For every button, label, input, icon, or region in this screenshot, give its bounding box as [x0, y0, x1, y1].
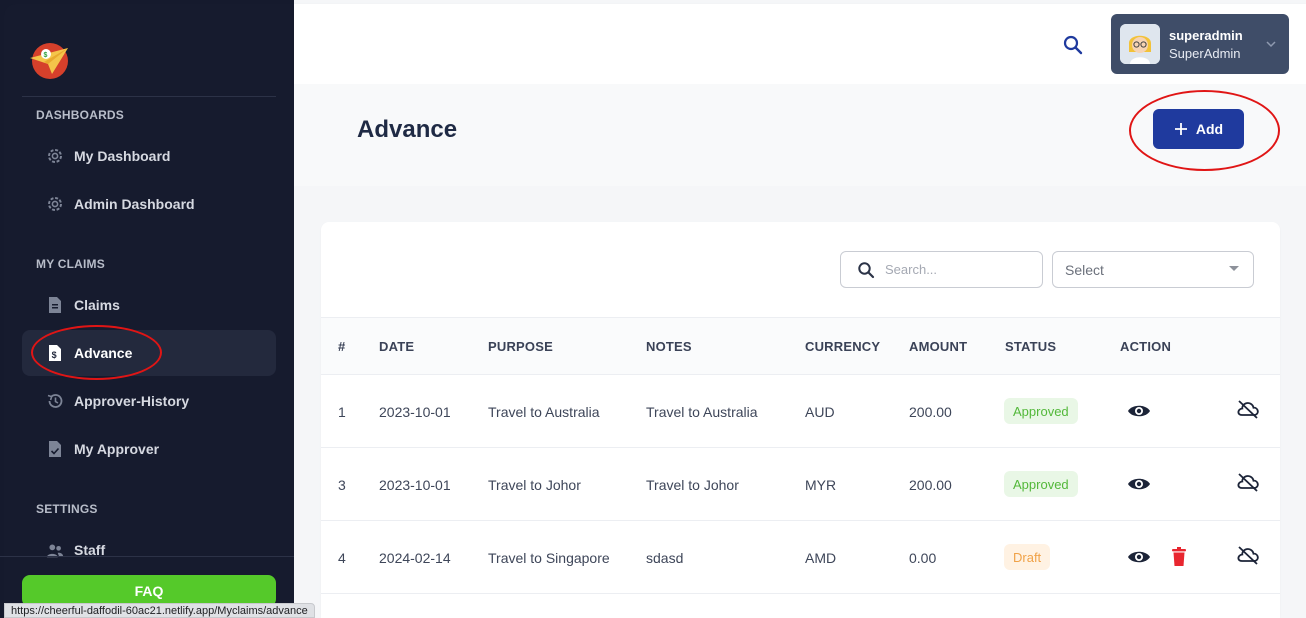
sidebar-item-admin-dashboard[interactable]: Admin Dashboard [22, 181, 276, 227]
sidebar-item-approver-history[interactable]: Approver-History [22, 378, 276, 424]
column-header-status: STATUS [1005, 339, 1057, 354]
sidebar-item-advance[interactable]: $ Advance [22, 330, 276, 376]
cell-id: 1 [338, 404, 346, 420]
cell-date: 2023-10-01 [379, 477, 451, 493]
page-title: Advance [357, 116, 458, 143]
trash-icon[interactable] [1167, 545, 1191, 569]
section-title-dashboards: DASHBOARDS [36, 108, 125, 122]
gear-icon [46, 195, 64, 213]
cell-currency: AUD [805, 404, 835, 420]
view-icon[interactable] [1127, 545, 1151, 569]
sidebar-item-claims[interactable]: Claims [22, 282, 276, 328]
sidebar-item-label: Advance [74, 345, 133, 361]
status-badge: Approved [1004, 471, 1078, 497]
cloud-off-icon[interactable] [1236, 397, 1260, 421]
sidebar-divider [22, 96, 276, 97]
sidebar-bottom-divider [0, 556, 294, 557]
user-menu[interactable]: superadmin SuperAdmin [1111, 14, 1289, 74]
user-name: superadmin [1169, 27, 1243, 43]
add-button[interactable]: Add [1153, 109, 1244, 149]
cell-amount: 200.00 [909, 404, 952, 420]
table-row [321, 594, 1280, 618]
avatar [1120, 24, 1160, 64]
column-header-amount: AMOUNT [909, 339, 968, 354]
cell-currency: MYR [805, 477, 837, 493]
status-select[interactable]: Select [1052, 251, 1254, 288]
section-title-my-claims: MY CLAIMS [36, 257, 105, 271]
cell-amount: 0.00 [909, 550, 937, 566]
check-file-icon [46, 440, 64, 458]
column-header-date: DATE [379, 339, 415, 354]
cell-id: 3 [338, 477, 346, 493]
cell-id: 4 [338, 550, 346, 566]
cell-purpose: Travel to Singapore [488, 550, 610, 566]
cell-purpose: Travel to Johor [488, 477, 581, 493]
cell-notes: Travel to Australia [646, 404, 758, 420]
column-header-purpose: PURPOSE [488, 339, 553, 354]
sidebar-item-label: Claims [74, 297, 120, 313]
document-icon [46, 296, 64, 314]
view-icon[interactable] [1127, 472, 1151, 496]
history-icon [46, 392, 64, 410]
plus-icon [1174, 123, 1187, 135]
sidebar-item-my-dashboard[interactable]: My Dashboard [22, 133, 276, 179]
status-bar-url: https://cheerful-daffodil-60ac21.netlify… [4, 603, 315, 618]
caret-down-icon [1229, 266, 1239, 271]
svg-text:$: $ [52, 350, 57, 360]
cell-amount: 200.00 [909, 477, 952, 493]
users-icon [46, 542, 64, 560]
logo-icon[interactable]: $ [26, 40, 72, 80]
column-header-currency: CURRENCY [805, 339, 881, 354]
chevron-down-icon [1266, 41, 1276, 48]
status-badge: Draft [1004, 544, 1051, 570]
dollar-file-icon: $ [46, 344, 64, 362]
cell-currency: AMD [805, 550, 837, 566]
search-field[interactable] [840, 251, 1043, 288]
section-title-settings: SETTINGS [36, 502, 98, 516]
user-role: SuperAdmin [1169, 45, 1241, 61]
svg-text:$: $ [44, 52, 48, 59]
cloud-off-icon[interactable] [1236, 470, 1260, 494]
sidebar-item-staff[interactable]: Staff [22, 527, 276, 571]
app: $ DASHBOARDS My Dashboard Admin Dashboar… [0, 0, 1306, 618]
sidebar-item-label: Approver-History [74, 393, 190, 409]
search-icon[interactable] [1062, 34, 1084, 56]
cell-date: 2023-10-01 [379, 404, 451, 420]
sidebar-item-label: Admin Dashboard [74, 196, 195, 212]
view-icon[interactable] [1127, 399, 1151, 423]
cloud-off-icon[interactable] [1236, 543, 1260, 567]
cell-date: 2024-02-14 [379, 550, 451, 566]
column-header-action: ACTION [1120, 339, 1172, 354]
cell-notes: Travel to Johor [646, 477, 739, 493]
cell-purpose: Travel to Australia [488, 404, 600, 420]
column-header-number: # [338, 339, 346, 354]
select-value: Select [1065, 261, 1104, 278]
cell-notes: sdasd [646, 550, 684, 566]
sidebar-item-label: My Approver [74, 441, 160, 457]
sidebar-item-my-approver[interactable]: My Approver [22, 426, 276, 472]
column-header-notes: NOTES [646, 339, 692, 354]
status-badge: Approved [1004, 398, 1078, 424]
search-icon [858, 261, 875, 278]
sidebar-item-label: My Dashboard [74, 148, 171, 164]
search-input[interactable] [885, 262, 1025, 277]
add-button-label: Add [1195, 121, 1224, 137]
gear-icon [46, 147, 64, 165]
